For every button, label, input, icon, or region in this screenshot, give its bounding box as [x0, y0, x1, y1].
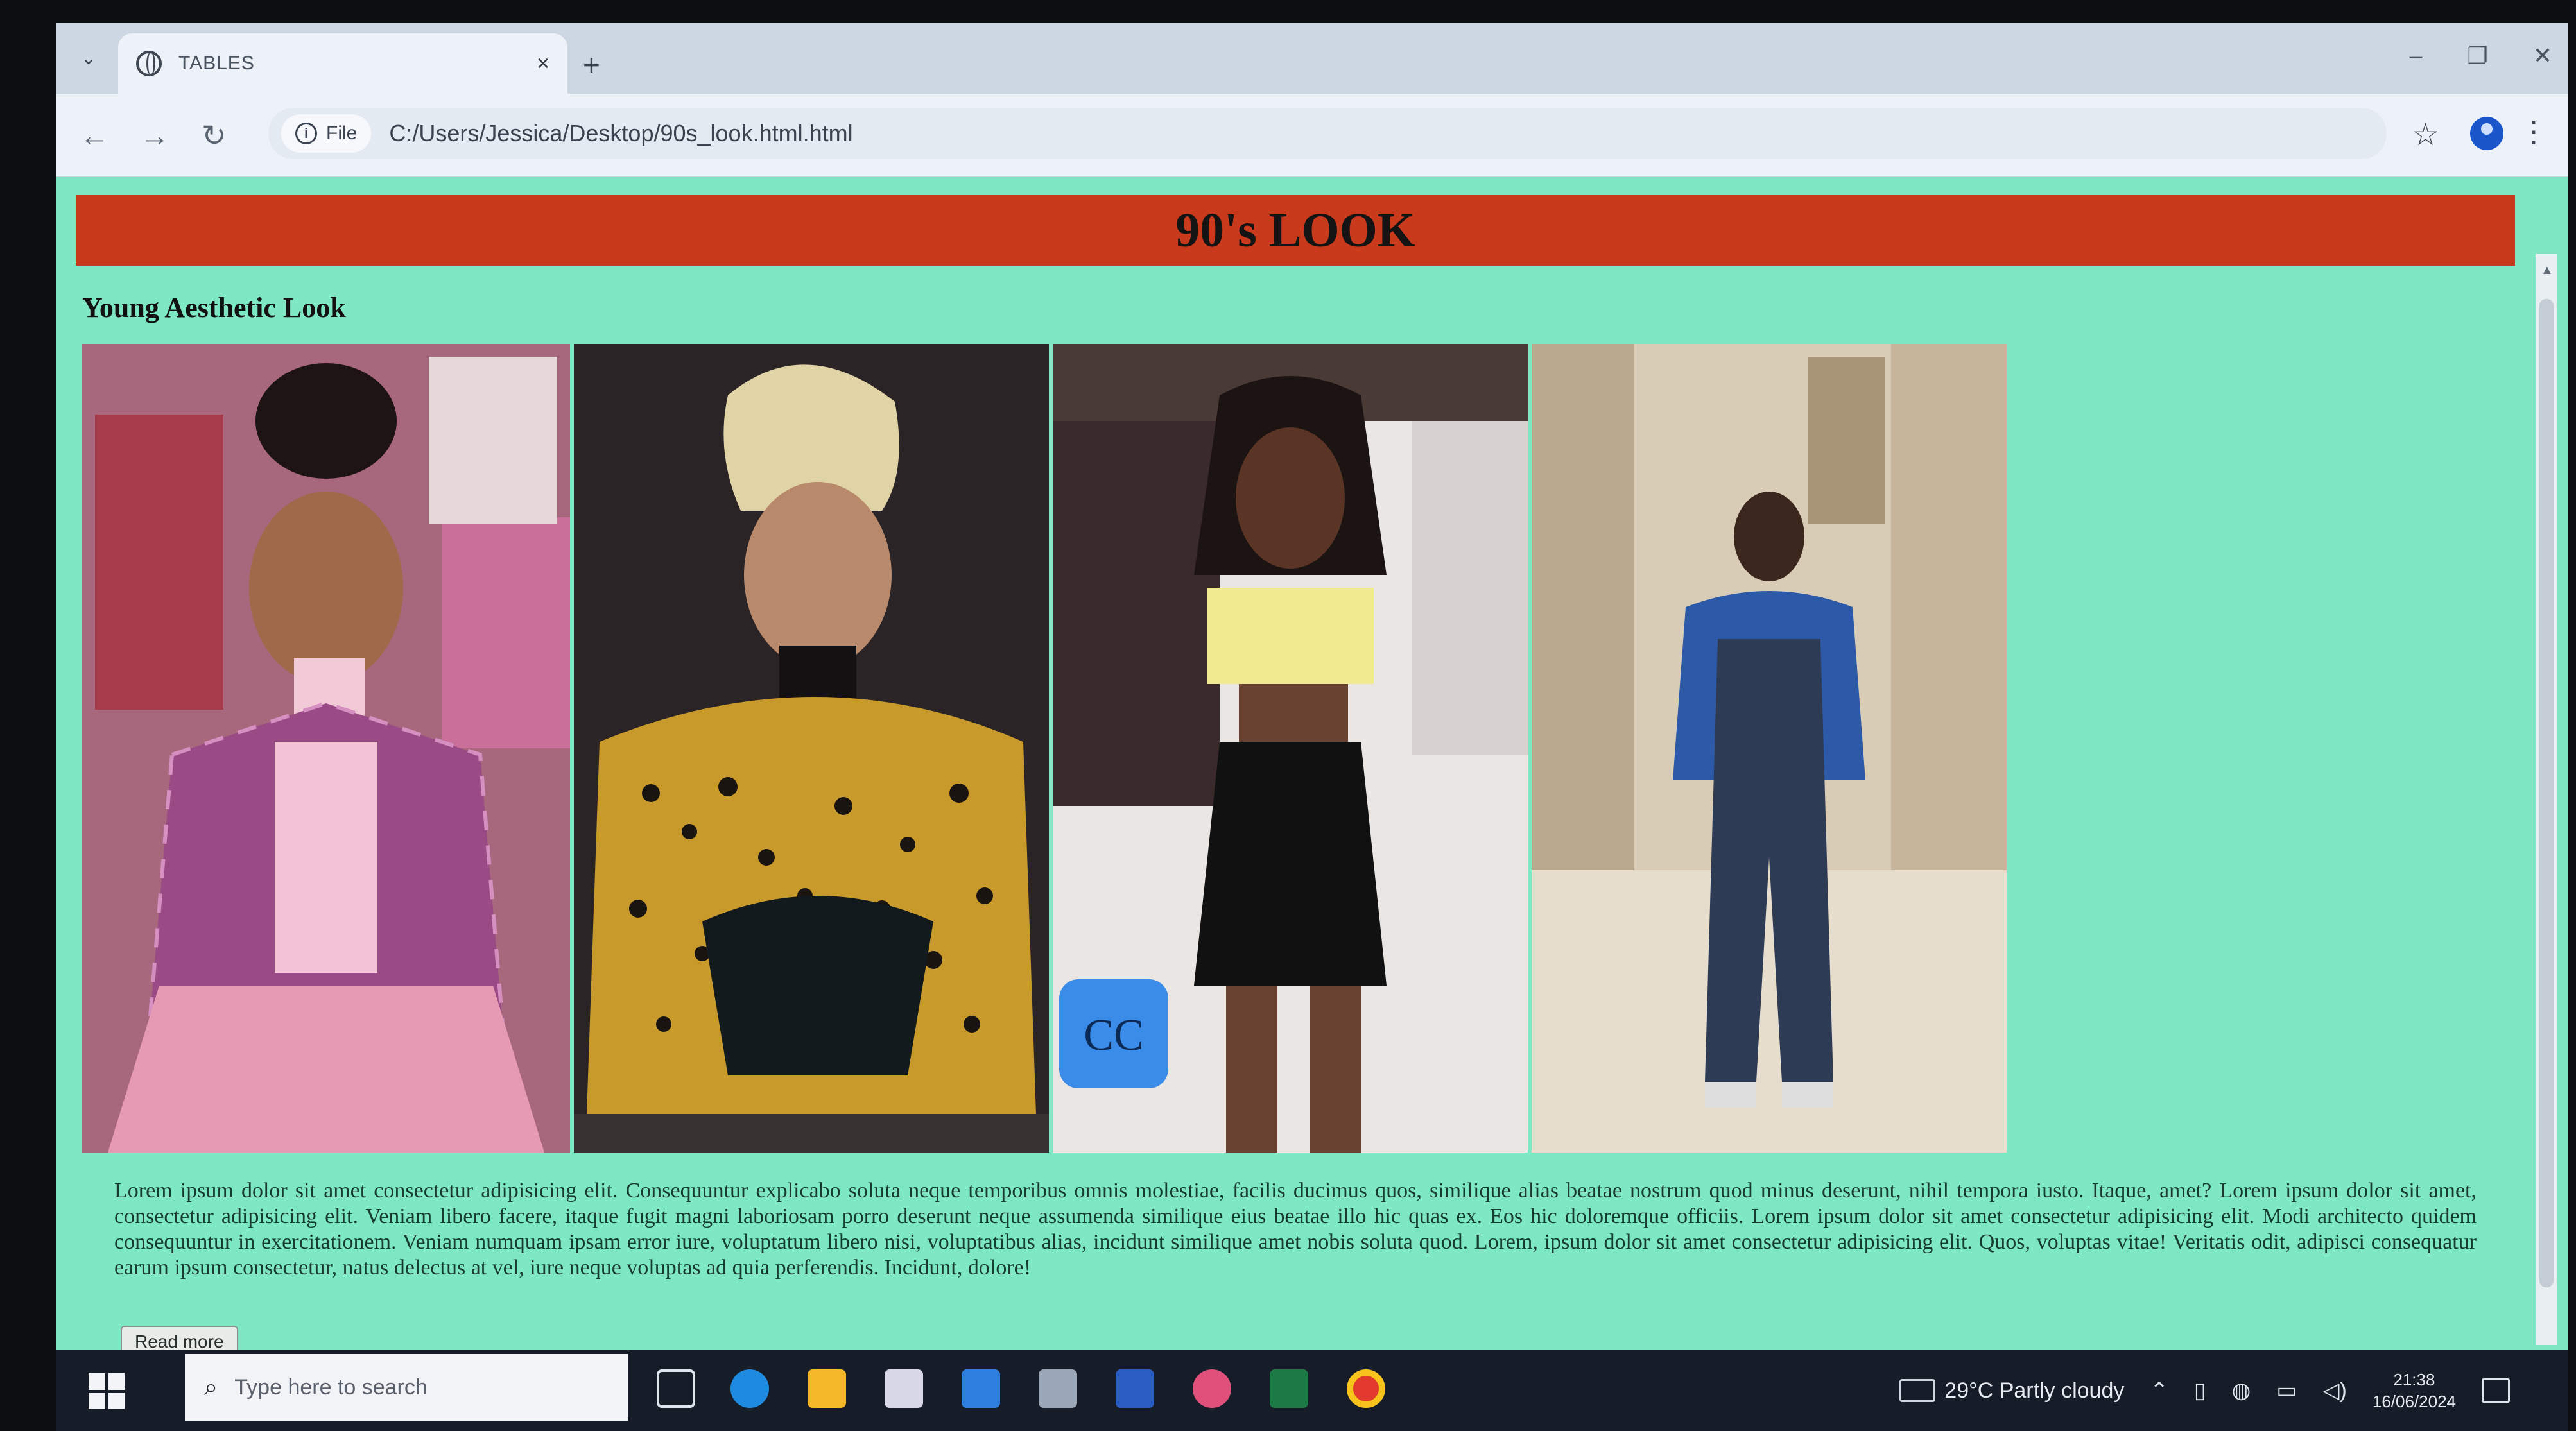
- lorem-paragraph: Lorem ipsum dolor sit amet consectetur a…: [114, 1179, 2477, 1280]
- notification-icon[interactable]: [2482, 1378, 2510, 1403]
- edge-icon[interactable]: [730, 1369, 769, 1408]
- site-info-chip[interactable]: i File: [281, 114, 372, 153]
- battery-icon[interactable]: ▭: [2276, 1378, 2297, 1403]
- photo-denim-overalls: [1532, 344, 2007, 1153]
- taskbar-search-box[interactable]: ⌕ Type here to search: [185, 1354, 628, 1421]
- svg-text:CC: CC: [1084, 1011, 1143, 1060]
- page-title: 90's LOOK: [1175, 203, 1415, 257]
- search-placeholder: Type here to search: [234, 1375, 428, 1400]
- system-tray: 29°C Partly cloudy ⌃ ▯ ◍ ▭ ◁) 21:38 16/0…: [1899, 1350, 2510, 1431]
- photo-leopard-print: [574, 344, 1049, 1153]
- new-tab-button[interactable]: +: [583, 47, 600, 82]
- url-text[interactable]: C:/Users/Jessica/Desktop/90s_look.html.h…: [389, 120, 852, 147]
- forward-arrow-icon[interactable]: →: [140, 118, 169, 153]
- weather-widget[interactable]: 29°C Partly cloudy: [1899, 1378, 2124, 1403]
- word-icon[interactable]: [1116, 1369, 1154, 1408]
- search-icon: ⌕: [204, 1373, 218, 1401]
- address-bar[interactable]: i File C:/Users/Jessica/Desktop/90s_look…: [268, 108, 2387, 159]
- window-controls: – ❐ ✕: [2410, 42, 2552, 69]
- tab-strip: ⌄ TABLES × + – ❐ ✕: [56, 23, 2568, 94]
- store-icon[interactable]: [885, 1369, 923, 1408]
- kebab-menu-icon[interactable]: ⋮: [2519, 114, 2548, 149]
- globe-icon: [136, 51, 162, 76]
- weather-text: 29°C Partly cloudy: [1944, 1378, 2125, 1403]
- tab-close-icon[interactable]: ×: [537, 51, 549, 76]
- chevron-up-icon[interactable]: ⌃: [2150, 1378, 2168, 1403]
- browser-toolbar: ← → ↻ i File C:/Users/Jessica/Desktop/90…: [56, 94, 2568, 177]
- weather-icon: [1899, 1379, 1936, 1402]
- windows-start-icon[interactable]: [89, 1373, 125, 1409]
- tab-title: TABLES: [178, 53, 255, 74]
- clock[interactable]: 21:38 16/06/2024: [2373, 1369, 2456, 1412]
- file-label: File: [326, 123, 358, 144]
- windows-taskbar: ⌕ Type here to search 29°C Partly cloudy…: [56, 1350, 2568, 1431]
- vertical-scrollbar[interactable]: ▲: [2536, 254, 2557, 1345]
- photo-runway-crop-top: CC: [1053, 344, 1528, 1153]
- info-icon: i: [295, 123, 317, 144]
- copilot-icon[interactable]: [1193, 1369, 1231, 1408]
- page-viewport: 90's LOOK Young Aesthetic Look CC Lorem …: [56, 177, 2568, 1382]
- section-heading: Young Aesthetic Look: [82, 292, 346, 323]
- device-icon[interactable]: ▯: [2194, 1378, 2206, 1403]
- reload-icon[interactable]: ↻: [202, 118, 227, 153]
- page-banner: 90's LOOK: [76, 195, 2515, 266]
- tab-search-chevron-icon[interactable]: ⌄: [72, 41, 105, 74]
- profile-avatar-icon[interactable]: [2470, 117, 2503, 150]
- file-explorer-icon[interactable]: [808, 1369, 846, 1408]
- scrollbar-thumb[interactable]: [2539, 299, 2554, 1287]
- restore-icon[interactable]: ❐: [2468, 42, 2488, 69]
- language-globe-icon[interactable]: ◍: [2232, 1378, 2251, 1403]
- close-window-icon[interactable]: ✕: [2533, 42, 2552, 69]
- photo-pink-plaid-jacket: [82, 344, 570, 1153]
- scroll-up-icon[interactable]: ▲: [2541, 263, 2554, 278]
- clock-date: 16/06/2024: [2372, 1392, 2456, 1411]
- bookmark-star-icon[interactable]: ☆: [2412, 117, 2439, 153]
- photo-gallery: CC: [82, 344, 2007, 1153]
- excel-icon[interactable]: [1270, 1369, 1308, 1408]
- volume-icon[interactable]: ◁): [2322, 1378, 2346, 1403]
- clock-time: 21:38: [2393, 1370, 2435, 1389]
- task-view-icon[interactable]: [657, 1369, 695, 1408]
- minimize-icon[interactable]: –: [2410, 42, 2423, 69]
- network-icon[interactable]: [1039, 1369, 1077, 1408]
- back-arrow-icon[interactable]: ←: [80, 118, 109, 153]
- mail-icon[interactable]: [962, 1369, 1000, 1408]
- chrome-icon[interactable]: [1347, 1369, 1385, 1408]
- screen: ⌄ TABLES × + – ❐ ✕ ← → ↻ i File C:/Users…: [56, 23, 2568, 1403]
- tab-tables[interactable]: TABLES ×: [118, 33, 567, 94]
